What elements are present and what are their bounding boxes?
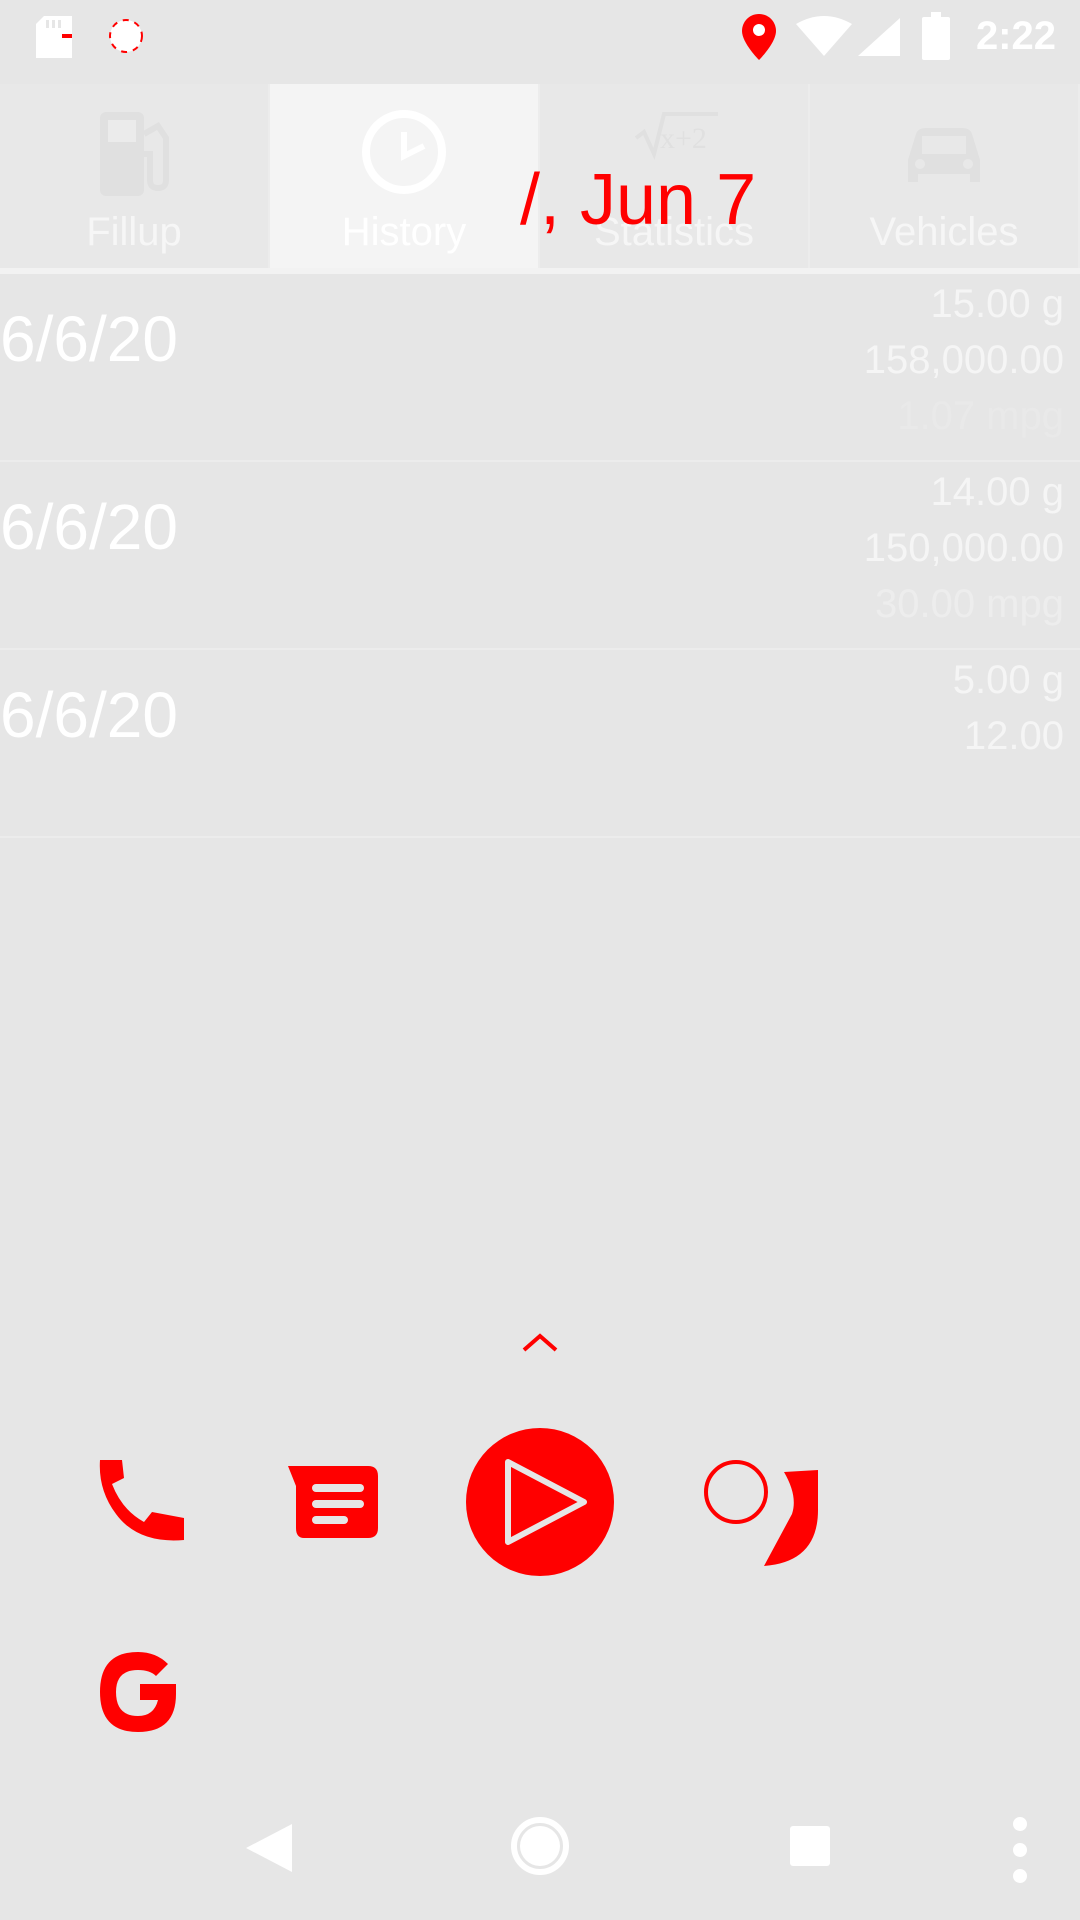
history-row[interactable]: 6/6/20 15.00 g 158,000.00 1.07 mpg [0, 274, 1080, 462]
google-icon[interactable] [92, 1644, 188, 1740]
recents-icon[interactable] [790, 1826, 830, 1866]
location-icon [742, 14, 776, 60]
sync-icon [109, 19, 143, 53]
row-odometer: 158,000.00 [863, 338, 1064, 382]
chrome-icon[interactable] [700, 1456, 820, 1576]
sd-card-icon [36, 16, 72, 58]
home-screen-overlay: 2:22 Fillup History x+2 Statistics Vehic… [0, 0, 1080, 1920]
row-gallons: 15.00 g [930, 282, 1064, 326]
battery-icon [922, 12, 950, 60]
row-gallons: 5.00 g [952, 658, 1064, 702]
clock-widget-date: /, Jun 7 [520, 160, 757, 240]
svg-text:x+2: x+2 [660, 122, 707, 155]
tab-label: History [341, 210, 467, 254]
fuel-pump-icon [100, 112, 169, 196]
phone-icon[interactable] [92, 1456, 188, 1552]
play-store-icon[interactable] [466, 1428, 614, 1576]
status-clock: 2:22 [975, 14, 1056, 58]
back-icon[interactable] [246, 1824, 292, 1872]
history-row[interactable]: 6/6/20 5.00 g 12.00 [0, 650, 1080, 838]
signal-icon [858, 18, 900, 56]
more-icon[interactable] [1008, 1814, 1032, 1886]
status-bar: 2:22 [0, 0, 1080, 72]
row-odometer: 150,000.00 [863, 526, 1064, 570]
row-odometer: 12.00 [963, 714, 1064, 758]
wifi-icon [796, 16, 852, 56]
history-list: 6/6/20 15.00 g 158,000.00 1.07 mpg 6/6/2… [0, 274, 1080, 838]
home-icon[interactable] [510, 1816, 570, 1876]
tab-fillup[interactable]: Fillup [0, 84, 270, 268]
history-row[interactable]: 6/6/20 14.00 g 150,000.00 30.00 mpg [0, 462, 1080, 650]
car-icon [908, 128, 980, 182]
tab-label: Vehicles [869, 210, 1019, 254]
tab-history[interactable]: History [270, 84, 540, 268]
row-date: 6/6/20 [0, 303, 178, 375]
row-date: 6/6/20 [0, 491, 178, 563]
chevron-up-icon[interactable] [520, 1330, 560, 1356]
navigation-bar [0, 1800, 1080, 1920]
tab-vehicles[interactable]: Vehicles [810, 84, 1080, 268]
clock-icon [362, 110, 446, 194]
row-date: 6/6/20 [0, 679, 178, 751]
messages-icon[interactable] [284, 1456, 380, 1552]
row-mpg: 30.00 mpg [874, 582, 1064, 626]
tab-label: Fillup [86, 210, 182, 254]
row-gallons: 14.00 g [930, 470, 1064, 514]
row-mpg: 1.07 mpg [897, 394, 1064, 438]
